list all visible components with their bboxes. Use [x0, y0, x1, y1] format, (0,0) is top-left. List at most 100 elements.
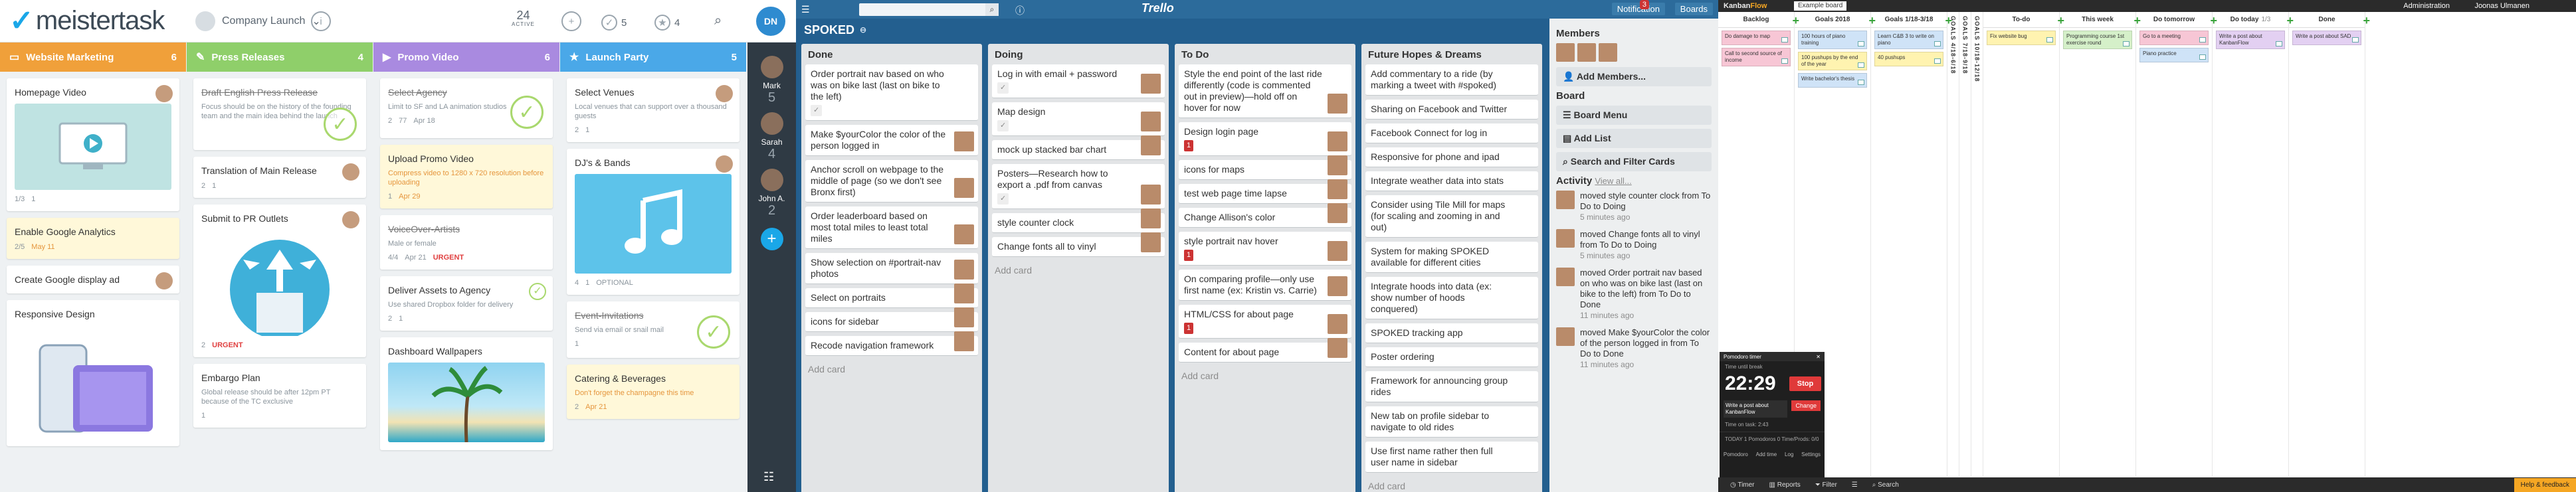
team-member[interactable]: Mark 5 [747, 56, 796, 106]
column-header[interactable]: ▶ Promo Video 6 [373, 42, 559, 72]
menu-icon[interactable]: ☰ [801, 4, 810, 15]
column-header[interactable]: Backlog + [1718, 12, 1799, 28]
completed-counter[interactable]: ✓ 5 [601, 15, 627, 31]
done-check-icon[interactable]: ✓ [697, 315, 730, 349]
done-check-icon[interactable]: ✓ [510, 96, 544, 129]
timer-button[interactable]: ◷ Timer [1730, 481, 1755, 489]
task-card[interactable]: Select Venues Local venues that can supp… [567, 78, 740, 142]
menu-icon[interactable]: ☰ [1852, 481, 1858, 489]
card[interactable]: SPOKED tracking app [1365, 323, 1538, 343]
card[interactable]: icons for sidebar [805, 307, 978, 332]
task-card[interactable]: Create Google display ad [7, 266, 179, 293]
card[interactable]: Responsive for phone and ipad [1365, 147, 1538, 167]
view-all-link[interactable]: View all... [1595, 176, 1631, 186]
card[interactable]: Add commentary to a ride (by marking a t… [1365, 64, 1538, 96]
task-card[interactable]: 40 pushups [1874, 52, 1943, 66]
task-menu-icon[interactable] [2352, 37, 2359, 42]
card[interactable]: style counter clock [992, 208, 1165, 233]
list-title[interactable]: To Do [1179, 48, 1351, 64]
card[interactable]: style portrait nav hover 1 [1179, 232, 1351, 266]
add-list-button[interactable]: ▤ Add List [1556, 129, 1712, 148]
boards-button[interactable]: Boards [1674, 3, 1713, 15]
user-menu[interactable]: Joonas Ulmanen [2474, 2, 2529, 10]
task-menu-icon[interactable] [1934, 41, 1941, 46]
search-icon[interactable]: ⌕ [714, 13, 722, 29]
collapsed-column-label[interactable]: GOALS 10/18-12/18 [1974, 16, 1981, 82]
collapsed-column-label[interactable]: GOALS 7/18-9/18 [1962, 16, 1969, 74]
info-icon[interactable]: i [311, 11, 331, 31]
add-task-icon[interactable]: + [2133, 14, 2141, 28]
task-card[interactable]: Upload Promo Video Compress video to 128… [380, 145, 553, 208]
add-task-icon[interactable]: + [2210, 14, 2217, 28]
task-card[interactable]: Enable Google Analytics 2/5 May 11 [7, 218, 179, 259]
log-tab[interactable]: Log [1785, 451, 1793, 457]
task-menu-icon[interactable] [1858, 41, 1864, 46]
add-task-icon[interactable]: + [2363, 14, 2370, 28]
task-menu-icon[interactable] [2276, 41, 2282, 46]
card[interactable]: Use first name rather then full user nam… [1365, 442, 1538, 473]
task-card[interactable]: Embargo Plan Global release should be af… [193, 364, 366, 428]
close-icon[interactable]: ✕ [1816, 354, 1821, 360]
card[interactable]: Facebook Connect for log in [1365, 123, 1538, 143]
team-member[interactable]: John A. 2 [747, 169, 796, 218]
settings-tab[interactable]: Settings [1801, 451, 1821, 457]
list-title[interactable]: Done [805, 48, 978, 64]
done-check-icon[interactable]: ✓ [324, 108, 357, 141]
starred-counter[interactable]: ★ 4 [654, 15, 680, 31]
column-header[interactable]: Done + [2289, 12, 2370, 28]
card[interactable]: Order portrait nav based on who was on b… [805, 64, 978, 121]
task-card[interactable]: Programming course 1st exercise round [2063, 31, 2132, 49]
info-icon[interactable]: ⓘ [1015, 4, 1025, 17]
task-card[interactable]: Dashboard Wallpapers [380, 337, 553, 450]
task-card[interactable]: Go to a meeting [2139, 31, 2209, 45]
administration-menu[interactable]: Administration [2403, 2, 2450, 10]
add-card-button[interactable]: Add card [992, 261, 1165, 280]
search-input[interactable] [859, 3, 999, 16]
card[interactable]: Consider using Tile Mill for maps (for s… [1365, 195, 1538, 238]
change-button[interactable]: Change [1791, 400, 1821, 411]
task-card[interactable]: VoiceOver-Artists Male or female 4/4 Apr … [380, 215, 553, 270]
avatar[interactable] [1577, 43, 1596, 62]
avatar[interactable] [1556, 43, 1575, 62]
search-icon[interactable]: ⌕ [985, 3, 999, 16]
task-card[interactable]: Deliver Assets to Agency Use shared Drop… [380, 276, 553, 331]
card[interactable]: Map design ✓ [992, 102, 1165, 136]
card[interactable]: Select on portraits [805, 284, 978, 308]
add-task-icon[interactable]: + [2286, 14, 2294, 28]
task-card[interactable]: Call to second source of income [1722, 48, 1791, 66]
task-card[interactable]: Piano practice [2139, 48, 2209, 62]
add-task-icon[interactable]: + [1945, 14, 1952, 28]
search-input[interactable]: ⌕ Search [1872, 481, 1899, 489]
task-card[interactable]: Fix website bug [1987, 31, 2056, 45]
card[interactable]: Style the end point of the last ride dif… [1179, 64, 1351, 118]
task-menu-icon[interactable] [1934, 58, 1941, 64]
card[interactable]: Log in with email + password ✓ [992, 64, 1165, 98]
card[interactable]: Anchor scroll on webpage to the middle o… [805, 160, 978, 203]
board-selector[interactable]: Example board [1794, 1, 1847, 11]
column-header[interactable]: Do tomorrow + [2136, 12, 2217, 28]
add-icon[interactable]: + [561, 11, 581, 31]
task-menu-icon[interactable] [1858, 62, 1864, 68]
task-card[interactable]: Responsive Design [7, 300, 179, 446]
column-header[interactable]: Goals 2018 + [1795, 12, 1876, 28]
task-card[interactable]: Learn C&B 3 to write on piano [1874, 31, 1943, 49]
card[interactable]: test web page time lapse [1179, 179, 1351, 204]
task-menu-icon[interactable] [2199, 54, 2206, 60]
card[interactable]: Sharing on Facebook and Twitter [1365, 100, 1538, 120]
notifications-button[interactable]: Notification [1611, 3, 1665, 15]
column-header[interactable]: Do today 1/3 + [2213, 12, 2294, 28]
add-members-button[interactable]: 👤 Add Members... [1556, 67, 1712, 86]
board-menu-button[interactable]: ☰ Board Menu [1556, 106, 1712, 125]
card[interactable]: Change Allison's color [1179, 203, 1351, 228]
card[interactable]: Integrate hoods into data (ex: show numb… [1365, 277, 1538, 319]
lock-icon[interactable]: ⊖ [860, 25, 866, 35]
task-card[interactable]: DJ's & Bands 4 1 OPTIONAL [567, 149, 740, 295]
help-feedback-button[interactable]: Help & feedback [2514, 478, 2576, 492]
add-card-button[interactable]: Add card [805, 360, 978, 378]
card[interactable]: HTML/CSS for about page 1 [1179, 305, 1351, 339]
card[interactable]: icons for maps [1179, 155, 1351, 180]
pomodoro-tab[interactable]: Pomodoro [1724, 451, 1748, 457]
add-task-icon[interactable]: + [1868, 14, 1876, 28]
card[interactable]: Order leaderboard based on most total mi… [805, 206, 978, 249]
column-header[interactable]: ★ Launch Party 5 [560, 42, 746, 72]
